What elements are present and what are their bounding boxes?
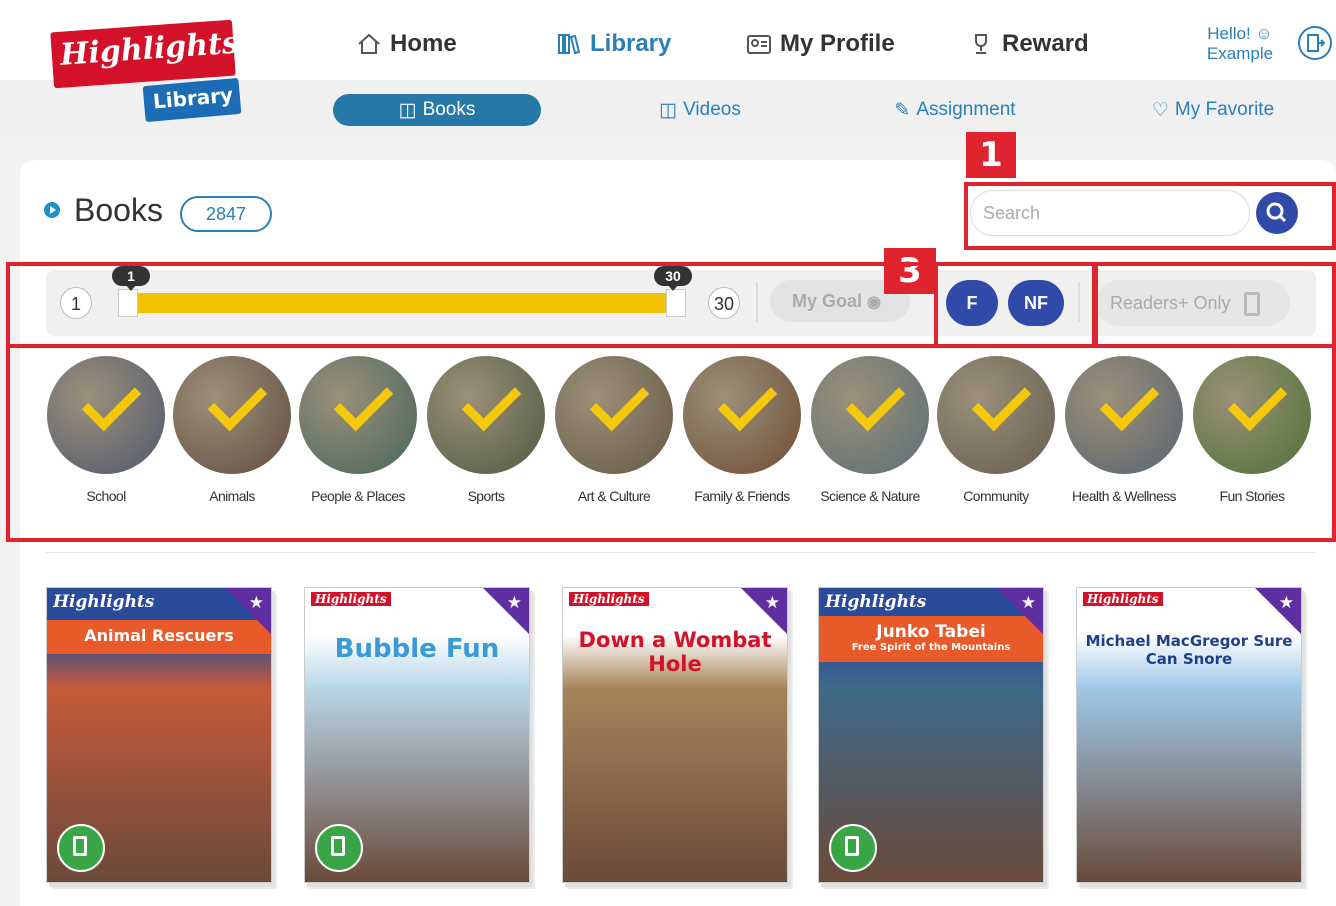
nav-reward-label: Reward bbox=[1002, 30, 1089, 57]
trophy-icon bbox=[975, 34, 987, 54]
highlights-brand: Highlights bbox=[311, 592, 391, 606]
star-icon: ★ bbox=[764, 593, 780, 612]
nav-library[interactable]: Library bbox=[556, 28, 671, 60]
tab-assignment[interactable]: ✎ Assignment bbox=[880, 94, 1030, 126]
logout-icon bbox=[1307, 34, 1326, 52]
star-icon: ★ bbox=[248, 593, 264, 612]
highlights-library-logo[interactable]: Highlights Library bbox=[50, 19, 242, 123]
book-subtitle: Free Spirit of the Mountains bbox=[851, 642, 1011, 653]
profile-icon bbox=[747, 35, 771, 54]
annotation-label-1: 1 bbox=[966, 132, 1016, 178]
book-card[interactable]: Highlights ★ Junko Tabei Free Spirit of the… bbox=[818, 587, 1044, 883]
nav-my-profile-label: My Profile bbox=[780, 30, 895, 57]
book-card[interactable]: Highlights ★ Animal Rescuers bbox=[46, 587, 272, 883]
annotation-box-fiction bbox=[934, 262, 1096, 348]
read-book-button[interactable] bbox=[57, 824, 105, 872]
read-book-button[interactable] bbox=[829, 824, 877, 872]
page-title: Books bbox=[74, 192, 163, 228]
library-icon bbox=[558, 34, 581, 55]
tab-my-favorite-label: My Favorite bbox=[1174, 99, 1275, 120]
videos-icon: ◫ bbox=[659, 99, 678, 121]
smile-icon: ☺ bbox=[1255, 24, 1273, 43]
books-icon: ◫ bbox=[398, 99, 417, 121]
section-bullet-icon bbox=[44, 202, 60, 218]
username: Example bbox=[1206, 44, 1274, 63]
heart-icon: ♡ bbox=[1151, 99, 1169, 121]
nav-library-label: Library bbox=[590, 30, 672, 57]
annotation-box-readers bbox=[1094, 262, 1336, 348]
divider bbox=[46, 552, 1316, 553]
star-icon: ★ bbox=[1278, 593, 1294, 612]
greeting-text: Hello! bbox=[1207, 24, 1251, 43]
nav-home[interactable]: Home bbox=[356, 28, 457, 60]
logout-button[interactable] bbox=[1298, 26, 1332, 60]
tab-videos-label: Videos bbox=[683, 99, 741, 120]
nav-my-profile[interactable]: My Profile bbox=[746, 28, 895, 60]
highlights-brand: Highlights bbox=[1083, 592, 1163, 606]
tab-videos[interactable]: ◫ Videos bbox=[640, 94, 760, 126]
tab-books-label: Books bbox=[422, 99, 476, 120]
read-book-button[interactable] bbox=[315, 824, 363, 872]
book-card[interactable]: Highlights ★ Down a Wombat Hole bbox=[562, 587, 788, 883]
book-title: Animal Rescuers bbox=[84, 626, 234, 645]
highlights-brand: Highlights bbox=[569, 592, 649, 606]
book-title: Junko Tabei bbox=[876, 622, 986, 642]
annotation-box-slider bbox=[6, 262, 938, 348]
user-greeting: Hello! ☺ Example bbox=[1190, 24, 1290, 64]
book-card[interactable]: Highlights ★ Michael MacGregor Sure Can Sn… bbox=[1076, 587, 1302, 883]
tab-books[interactable]: ◫ Books bbox=[333, 94, 541, 126]
book-title: Bubble Fun bbox=[334, 634, 500, 664]
star-icon: ★ bbox=[506, 593, 522, 612]
star-icon: ★ bbox=[1020, 593, 1036, 612]
book-title: Michael MacGregor Sure Can Snore bbox=[1085, 632, 1293, 668]
book-title: Down a Wombat Hole bbox=[578, 628, 772, 676]
tab-my-favorite[interactable]: ♡ My Favorite bbox=[1138, 94, 1288, 126]
annotation-box-search bbox=[964, 182, 1336, 250]
home-icon bbox=[358, 33, 380, 54]
nav-home-label: Home bbox=[390, 30, 457, 57]
book-count-badge: 2847 bbox=[180, 196, 272, 232]
nav-reward[interactable]: Reward bbox=[968, 28, 1089, 60]
highlights-brand: Highlights bbox=[53, 592, 155, 612]
highlights-brand: Highlights bbox=[825, 592, 927, 612]
tab-assignment-label: Assignment bbox=[916, 99, 1016, 120]
assignment-icon: ✎ bbox=[894, 99, 911, 121]
book-card[interactable]: Highlights ★ Bubble Fun bbox=[304, 587, 530, 883]
